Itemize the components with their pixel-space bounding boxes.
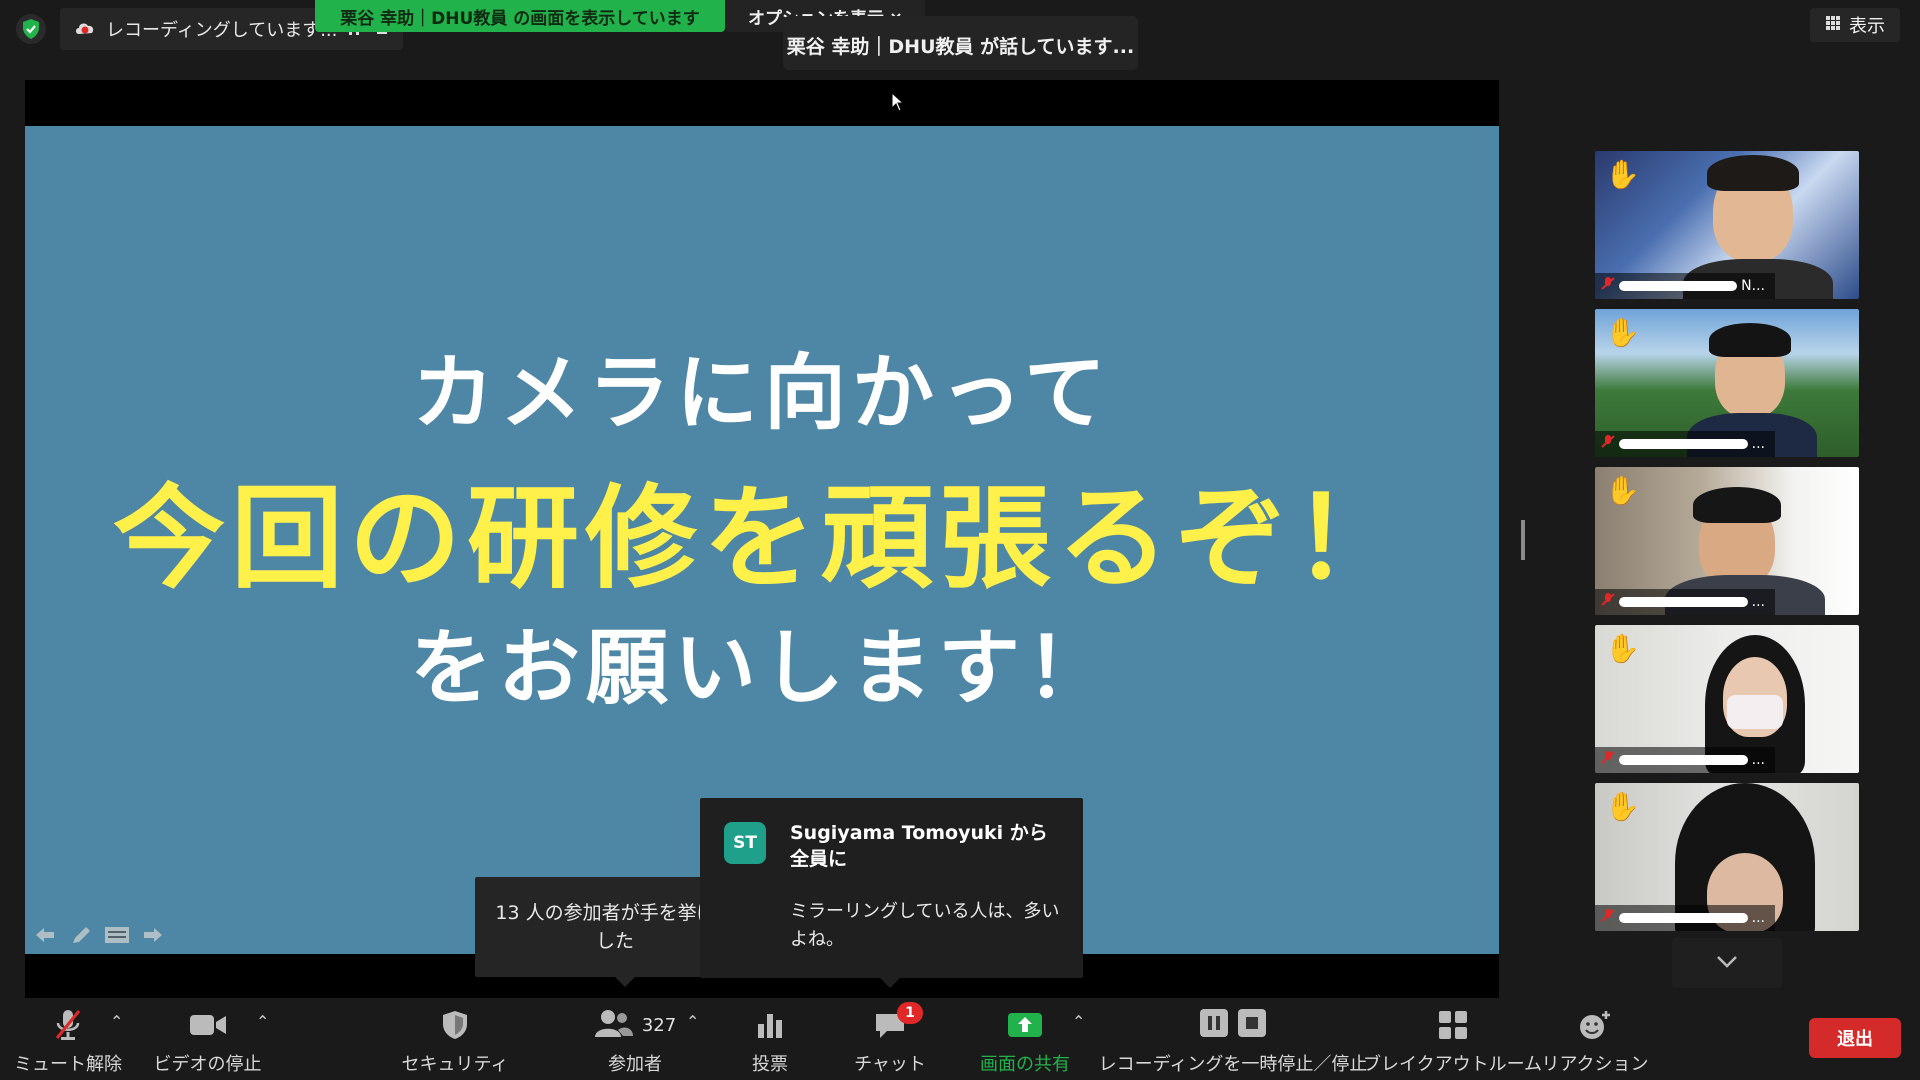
share-screen-label: 画面の共有 — [980, 1054, 1070, 1075]
participants-label: 参加者 — [608, 1054, 662, 1075]
participant-video-tile[interactable]: ✋ ... — [1595, 309, 1859, 457]
participant-video-tile[interactable]: ✋ N... — [1595, 151, 1859, 299]
hand-raise-icon: ✋ — [1605, 158, 1640, 191]
cloud-record-icon — [74, 18, 96, 40]
participant-name-suffix: ... — [1751, 910, 1765, 926]
share-screen-icon — [1006, 1006, 1044, 1044]
hand-raise-icon: ✋ — [1605, 632, 1640, 665]
participant-name-label: ... — [1595, 431, 1775, 457]
breakout-rooms-button[interactable]: ブレイクアウトルーム — [1363, 1006, 1542, 1076]
hand-raise-icon: ✋ — [1605, 474, 1640, 507]
previous-slide-icon[interactable] — [31, 924, 59, 946]
slide-text-line-2: 今回の研修を頑張るぞ！ — [113, 474, 1411, 604]
unread-chat-badge: 1 — [897, 1002, 923, 1024]
chat-message-preview[interactable]: ST Sugiyama Tomoyuki から全員に ミラーリングしている人は、… — [700, 798, 1083, 988]
breakout-icon — [1437, 1006, 1469, 1044]
slide-text-line-1: カメラに向かって — [412, 346, 1112, 441]
redacted-name — [1619, 281, 1738, 291]
meeting-controls-toolbar: ミュート解除 ⌃ ビデオの停止 ⌃ セキュリティ 327 参加者 ⌃ 投票 1 … — [0, 998, 1920, 1080]
polls-button[interactable]: 投票 — [730, 1006, 810, 1076]
recording-status-text: レコーディングしています... — [106, 20, 338, 41]
raised-hands-text: 13 人の参加者が手を挙げました — [495, 902, 735, 952]
security-shield-icon — [441, 1006, 469, 1044]
participant-video-tile[interactable]: ✋ ... — [1595, 625, 1859, 773]
redacted-name — [1619, 439, 1748, 449]
stop-icon — [1237, 1008, 1267, 1043]
chat-label: チャット — [854, 1054, 926, 1075]
share-options-caret[interactable]: ⌃ — [1072, 1012, 1085, 1031]
pen-icon[interactable] — [67, 924, 95, 946]
active-speaker-indicator: 栗谷 幸助｜DHU教員 が話しています... — [783, 16, 1138, 70]
participant-name-suffix: ... — [1751, 436, 1765, 452]
microphone-muted-icon — [1601, 908, 1615, 928]
chevron-down-icon — [1716, 954, 1738, 973]
reactions-label: リアクション — [1541, 1054, 1649, 1075]
meeting-top-bar: レコーディングしています... 栗谷 幸助｜DHU教員 の画面を表示しています … — [0, 0, 1920, 80]
shield-check-icon[interactable] — [16, 14, 46, 44]
slide-navigation-tools — [31, 924, 167, 946]
unmute-button[interactable]: ミュート解除 — [14, 1006, 122, 1076]
redacted-name — [1619, 913, 1748, 923]
participants-button[interactable]: 327 参加者 — [580, 1006, 690, 1076]
stop-video-button[interactable]: ビデオの停止 — [153, 1006, 262, 1076]
participants-options-caret[interactable]: ⌃ — [686, 1012, 699, 1031]
recording-control-button[interactable]: レコーディングを一時停止／停止 — [1099, 1006, 1367, 1076]
polls-label: 投票 — [752, 1054, 788, 1075]
audio-options-caret[interactable]: ⌃ — [110, 1012, 123, 1031]
participant-name-suffix: ... — [1751, 752, 1765, 768]
chat-button[interactable]: 1 チャット — [850, 1002, 930, 1076]
mouse-cursor-icon — [891, 92, 905, 112]
video-camera-icon — [189, 1006, 227, 1044]
participant-name-suffix: ... — [1751, 594, 1765, 610]
participant-gallery: ✋ N... ✋ ... ✋ ... ✋ ... ✋ ... — [1595, 151, 1859, 941]
participant-name-label: ... — [1595, 747, 1775, 773]
screen-share-banner: 栗谷 幸助｜DHU教員 の画面を表示しています — [315, 0, 725, 32]
recording-control-label: レコーディングを一時停止／停止 — [1098, 1054, 1368, 1075]
security-button[interactable]: セキュリティ — [402, 1006, 508, 1076]
participant-name-suffix: N... — [1741, 278, 1765, 294]
chat-message-text: ミラーリングしている人は、多いよね。 — [790, 901, 1060, 950]
chat-bubble-icon: 1 — [873, 1002, 923, 1044]
view-mode-button[interactable]: 表示 — [1810, 8, 1900, 42]
stop-video-label: ビデオの停止 — [153, 1054, 262, 1075]
poll-icon — [755, 1006, 785, 1044]
gallery-scroll-down-button[interactable] — [1672, 938, 1782, 988]
panel-resize-handle[interactable] — [1521, 520, 1525, 560]
microphone-muted-icon — [1601, 750, 1615, 770]
participant-name-label: ... — [1595, 589, 1775, 615]
grid-icon — [1825, 15, 1841, 36]
slide-menu-icon[interactable] — [103, 924, 131, 946]
reactions-button[interactable]: リアクション — [1541, 1006, 1649, 1076]
participants-icon-group: 327 — [594, 1006, 676, 1044]
participant-count: 327 — [641, 1014, 677, 1036]
unmute-label: ミュート解除 — [14, 1054, 122, 1075]
video-options-caret[interactable]: ⌃ — [256, 1012, 269, 1031]
participants-icon — [594, 1008, 634, 1043]
security-label: セキュリティ — [401, 1054, 509, 1075]
slide-text-line-3: をお願いします！ — [409, 621, 1114, 716]
participant-name-label: N... — [1595, 273, 1775, 299]
share-screen-button[interactable]: 画面の共有 — [970, 1006, 1080, 1076]
chat-sender-name: Sugiyama Tomoyuki から全員に — [790, 822, 1048, 870]
chat-sender-avatar: ST — [724, 822, 766, 864]
microphone-muted-icon — [53, 1006, 83, 1044]
hand-raise-icon: ✋ — [1605, 316, 1640, 349]
hand-raise-icon: ✋ — [1605, 790, 1640, 823]
leave-meeting-button[interactable]: 退出 — [1809, 1018, 1901, 1058]
microphone-muted-icon — [1601, 434, 1615, 454]
microphone-muted-icon — [1601, 592, 1615, 612]
next-slide-icon[interactable] — [139, 924, 167, 946]
microphone-muted-icon — [1601, 276, 1615, 296]
redacted-name — [1619, 597, 1748, 607]
participant-name-label: ... — [1595, 905, 1775, 931]
breakout-rooms-label: ブレイクアウトルーム — [1362, 1054, 1543, 1075]
pause-icon — [1199, 1008, 1229, 1043]
redacted-name — [1619, 755, 1748, 765]
recording-control-icons — [1199, 1006, 1267, 1044]
view-mode-label: 表示 — [1849, 16, 1885, 37]
participant-video-tile[interactable]: ✋ ... — [1595, 467, 1859, 615]
participant-video-tile[interactable]: ✋ ... — [1595, 783, 1859, 931]
reaction-icon — [1578, 1006, 1612, 1044]
